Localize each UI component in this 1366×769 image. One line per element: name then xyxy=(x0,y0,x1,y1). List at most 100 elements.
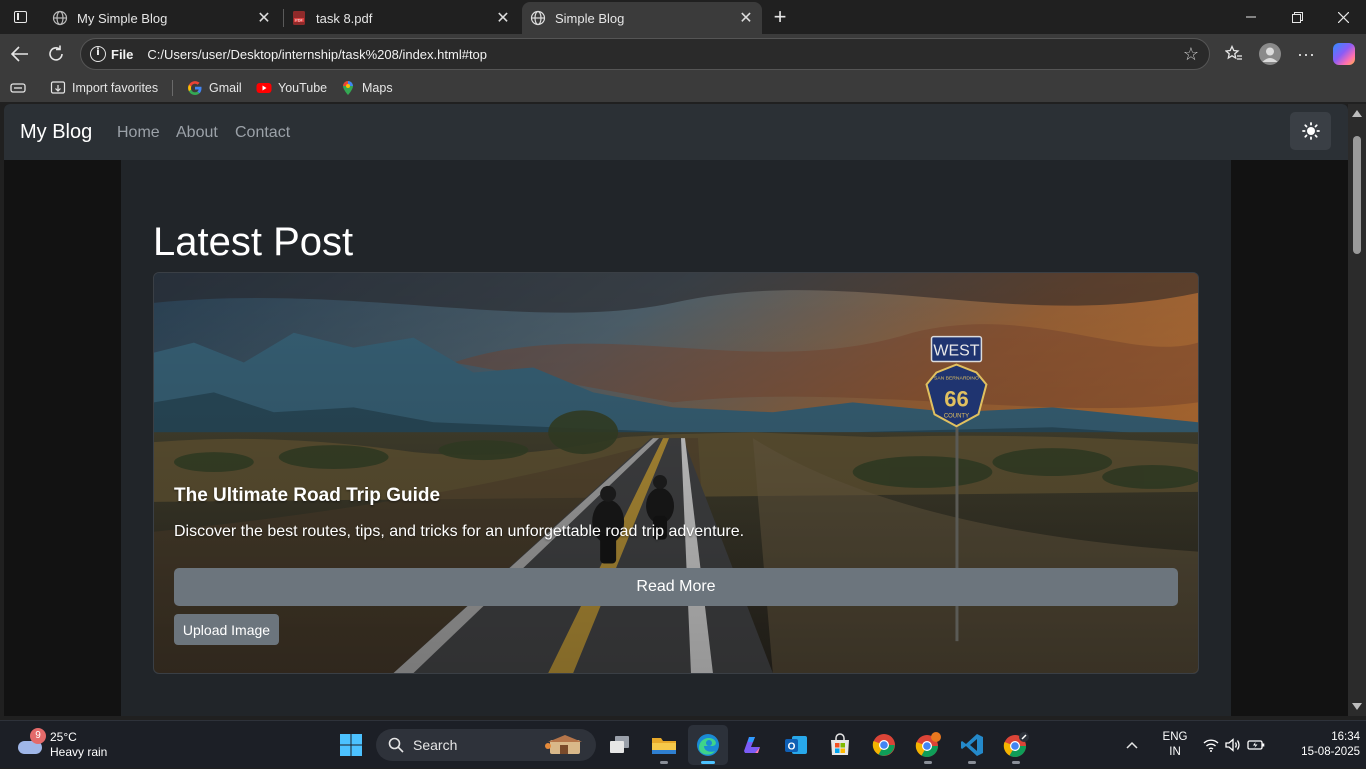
close-window-button[interactable] xyxy=(1320,0,1366,34)
url-text[interactable]: C:/Users/user/Desktop/internship/task%20… xyxy=(147,47,487,62)
profile-avatar[interactable] xyxy=(1259,43,1281,65)
scroll-down-arrow-icon[interactable] xyxy=(1352,703,1362,710)
windows-taskbar: 9 25°C Heavy rain Search O ENG IN 16:34 … xyxy=(0,720,1366,768)
search-placeholder: Search xyxy=(413,737,458,753)
back-button[interactable] xyxy=(6,40,34,68)
copilot-button[interactable] xyxy=(1333,43,1355,65)
taskbar-edge[interactable] xyxy=(688,725,728,765)
site-navbar: My Blog Home About Contact xyxy=(4,104,1348,160)
favorites-bar: Import favorites Gmail YouTube Maps xyxy=(0,74,1366,102)
svg-text:O: O xyxy=(788,742,796,753)
tab-strip: My Simple Blog ✕ PDF task 8.pdf ✕ Simple… xyxy=(0,0,1366,34)
favorite-label: Maps xyxy=(362,81,393,95)
tab-actions-menu[interactable] xyxy=(8,5,32,29)
nav-link-about[interactable]: About xyxy=(176,124,218,142)
svg-text:PDF: PDF xyxy=(295,17,302,22)
site-brand[interactable]: My Blog xyxy=(20,121,92,144)
post-excerpt: Discover the best routes, tips, and tric… xyxy=(174,523,745,540)
taskbar-outlook[interactable]: O xyxy=(776,725,816,765)
search-highlight-icon xyxy=(545,735,582,754)
page-viewport: My Blog Home About Contact Latest Post W… xyxy=(4,104,1348,716)
wifi-icon xyxy=(1203,739,1219,752)
sign-route-number: 66 xyxy=(944,386,968,411)
maps-icon xyxy=(343,81,353,95)
tab-title: My Simple Blog xyxy=(77,10,168,26)
quick-settings-button[interactable] xyxy=(1203,721,1265,769)
address-bar[interactable]: i File C:/Users/user/Desktop/internship/… xyxy=(80,38,1210,70)
close-tab-icon[interactable]: ✕ xyxy=(254,8,274,28)
user-icon xyxy=(1262,47,1278,62)
nav-link-home[interactable]: Home xyxy=(117,124,160,142)
import-icon xyxy=(50,81,66,94)
taskbar-chrome-profile[interactable] xyxy=(908,725,948,765)
theme-toggle-button[interactable] xyxy=(1290,112,1331,150)
taskbar-copilot[interactable] xyxy=(732,725,772,765)
search-icon xyxy=(388,737,404,753)
favorite-label: Gmail xyxy=(209,81,242,95)
rain-cloud-icon: 9 xyxy=(16,728,46,756)
protocol-label: File xyxy=(111,46,134,62)
nav-link-contact[interactable]: Contact xyxy=(235,124,290,142)
language-indicator[interactable]: ENG IN xyxy=(1160,721,1190,769)
post-title: The Ultimate Road Trip Guide xyxy=(174,485,441,506)
chrome-icon xyxy=(872,734,895,756)
favorite-youtube[interactable]: YouTube xyxy=(256,79,327,97)
tab-title: task 8.pdf xyxy=(316,10,373,26)
site-info-icon[interactable]: i xyxy=(90,46,106,62)
favorite-label: YouTube xyxy=(278,81,328,95)
minimize-button[interactable] xyxy=(1228,0,1274,34)
task-view-button[interactable] xyxy=(600,725,640,765)
copilot-app-icon xyxy=(744,737,760,753)
page-scrollbar[interactable] xyxy=(1348,104,1366,716)
running-indicator xyxy=(924,761,932,764)
featured-post-card: WEST SAN BERNARDINO 66 COUNTY The Ultima… xyxy=(153,272,1199,674)
running-indicator xyxy=(660,761,668,764)
taskbar-vscode[interactable] xyxy=(952,725,992,765)
read-more-button[interactable]: Read More xyxy=(174,568,1178,606)
tab-simple-blog[interactable]: Simple Blog ✕ xyxy=(522,2,762,34)
tab-task-pdf[interactable]: PDF task 8.pdf ✕ xyxy=(283,2,519,34)
post-hero-image: WEST SAN BERNARDINO 66 COUNTY xyxy=(154,273,1198,673)
favorite-maps[interactable]: Maps xyxy=(340,79,393,97)
clock-time: 16:34 xyxy=(1331,731,1360,743)
refresh-icon xyxy=(49,45,63,61)
pdf-icon: PDF xyxy=(293,11,305,25)
clock-date: 15-08-2025 xyxy=(1301,746,1360,758)
upload-image-button[interactable]: Upload Image xyxy=(174,614,279,645)
favorite-star-icon[interactable]: ☆ xyxy=(1183,44,1199,65)
favorite-gmail[interactable]: Gmail xyxy=(187,79,242,97)
tab-my-simple-blog[interactable]: My Simple Blog ✕ xyxy=(44,2,280,34)
taskbar-search[interactable]: Search xyxy=(376,729,596,761)
main-container: Latest Post WEST SAN BERNARDINO 66 COUNT… xyxy=(121,160,1231,716)
language-region: IN xyxy=(1169,746,1181,758)
refresh-button[interactable] xyxy=(42,40,70,68)
favorites-button[interactable] xyxy=(1220,40,1248,68)
show-hidden-icons-button[interactable] xyxy=(1126,721,1138,769)
start-button[interactable] xyxy=(331,725,371,765)
restore-button[interactable] xyxy=(1274,0,1320,34)
scroll-up-arrow-icon[interactable] xyxy=(1352,110,1362,117)
taskbar-store[interactable] xyxy=(820,725,860,765)
running-indicator xyxy=(1012,761,1020,764)
taskbar-chrome[interactable] xyxy=(864,725,904,765)
favorites-list-icon xyxy=(1225,45,1242,60)
favorite-import[interactable]: Import favorites xyxy=(50,79,158,97)
taskbar-file-explorer[interactable] xyxy=(644,725,684,765)
collections-button[interactable] xyxy=(10,79,26,97)
scrollbar-thumb[interactable] xyxy=(1353,136,1361,254)
settings-more-button[interactable]: ··· xyxy=(1292,40,1320,68)
running-indicator xyxy=(968,761,976,764)
close-tab-icon[interactable]: ✕ xyxy=(736,8,756,28)
close-tab-icon[interactable]: ✕ xyxy=(493,8,513,28)
chevron-up-icon xyxy=(1126,741,1138,749)
active-indicator xyxy=(701,761,715,764)
weather-widget[interactable]: 9 25°C Heavy rain xyxy=(16,728,107,762)
system-clock[interactable]: 16:34 15-08-2025 xyxy=(1300,721,1360,769)
new-tab-button[interactable]: + xyxy=(767,4,793,30)
globe-icon xyxy=(52,10,68,26)
taskbar-chrome-dev[interactable] xyxy=(996,725,1036,765)
tab-title: Simple Blog xyxy=(555,10,625,26)
youtube-icon xyxy=(256,83,272,93)
folder-icon xyxy=(652,738,676,754)
sign-west-text: WEST xyxy=(933,343,979,360)
